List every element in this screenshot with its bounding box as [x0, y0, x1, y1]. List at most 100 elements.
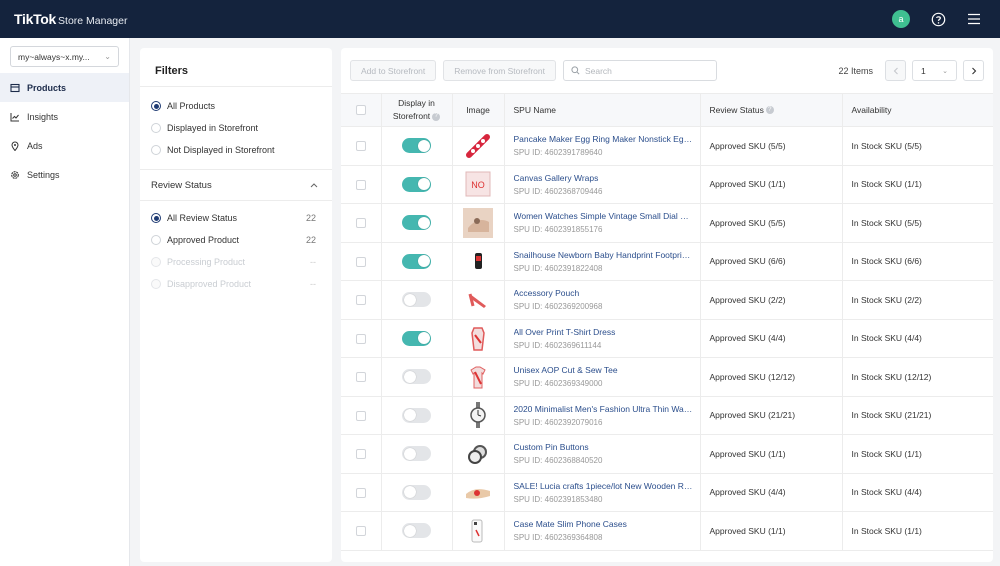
product-name-link[interactable]: Canvas Gallery Wraps	[514, 173, 694, 183]
row-checkbox[interactable]	[355, 295, 366, 306]
filter-not-displayed-in-storefront[interactable]: Not Displayed in Storefront	[140, 139, 332, 161]
sidebar-item-settings[interactable]: Settings	[0, 160, 129, 189]
display-toggle[interactable]	[402, 407, 431, 423]
display-toggle[interactable]	[402, 330, 431, 346]
product-image	[463, 438, 493, 469]
product-name-link[interactable]: Case Mate Slim Phone Cases	[514, 519, 694, 529]
add-to-storefront-button[interactable]: Add to Storefront	[350, 60, 437, 81]
filter-all-review-status[interactable]: All Review Status 22	[140, 207, 332, 229]
spu-name-cell: All Over Print T-Shirt Dress SPU ID: 4602…	[504, 319, 701, 358]
row-select-cell	[341, 203, 382, 243]
display-toggle-cell	[381, 473, 453, 512]
availability: In Stock SKU (1/1)	[851, 179, 922, 190]
display-toggle[interactable]	[402, 484, 431, 500]
spu-id: SPU ID: 4602391789640	[513, 148, 603, 158]
availability-cell: In Stock SKU (1/1)	[842, 511, 993, 551]
search-box[interactable]	[562, 60, 717, 81]
product-name-link[interactable]: Custom Pin Buttons	[514, 442, 694, 452]
page-select[interactable]: 1 ⌄	[912, 60, 957, 81]
table-row: Snailhouse Newborn Baby Handprint Footpr…	[341, 242, 993, 281]
product-name-link[interactable]: All Over Print T-Shirt Dress	[514, 327, 694, 337]
display-toggle-cell	[381, 319, 453, 358]
display-toggle[interactable]	[402, 369, 431, 385]
menu-icon[interactable]	[966, 11, 982, 27]
store-selector[interactable]: my~always~x.my... ⌄	[10, 46, 119, 67]
review-status: Approved SKU (1/1)	[709, 525, 786, 536]
product-image	[463, 477, 493, 508]
review-status: Approved SKU (4/4)	[709, 333, 786, 344]
row-select-cell	[341, 280, 382, 320]
filter-label: Approved Product	[167, 235, 240, 245]
filter-displayed-in-storefront[interactable]: Displayed in Storefront	[140, 117, 332, 139]
spu-id: SPU ID: 4602369611144	[513, 340, 602, 350]
avatar[interactable]: a	[892, 10, 910, 28]
chevron-left-icon	[893, 67, 898, 74]
review-status-header[interactable]: Review Status	[140, 170, 332, 200]
spu-name-cell: 2020 Minimalist Men's Fashion Ultra Thin…	[504, 396, 701, 435]
display-toggle[interactable]	[402, 215, 431, 231]
availability: In Stock SKU (4/4)	[851, 487, 922, 498]
display-toggle[interactable]	[402, 523, 431, 539]
radio-button[interactable]	[151, 235, 161, 245]
spu-name-cell: Case Mate Slim Phone Cases SPU ID: 460236…	[504, 511, 701, 551]
display-toggle-cell	[381, 242, 453, 281]
select-all-checkbox[interactable]	[355, 105, 366, 116]
display-toggle[interactable]	[402, 176, 431, 192]
display-toggle[interactable]	[402, 253, 431, 269]
product-image	[463, 284, 493, 315]
display-toggle[interactable]	[402, 292, 431, 308]
radio-button[interactable]	[151, 101, 161, 111]
product-image	[463, 130, 493, 161]
radio-button[interactable]	[151, 123, 161, 133]
sidebar-item-ads[interactable]: Ads	[0, 131, 129, 160]
review-status-cell: Approved SKU (12/12)	[700, 357, 843, 397]
row-checkbox[interactable]	[355, 333, 366, 344]
spu-name-cell: Accessory Pouch SPU ID: 4602369200968	[504, 280, 701, 320]
product-name-link[interactable]: Unisex AOP Cut & Sew Tee	[514, 365, 694, 375]
prev-page-button[interactable]	[885, 60, 906, 81]
filters-panel: Filters All Products Displayed in Storef…	[140, 48, 332, 562]
product-image-cell	[452, 511, 505, 551]
remove-from-storefront-button[interactable]: Remove from Storefront	[443, 60, 556, 81]
chart-icon	[10, 112, 19, 121]
product-name-link[interactable]: Women Watches Simple Vintage Small Dial …	[514, 211, 694, 221]
row-checkbox[interactable]	[355, 372, 366, 383]
brand[interactable]: TikTok Store Manager	[14, 11, 128, 27]
row-checkbox[interactable]	[355, 410, 366, 421]
next-page-button[interactable]	[963, 60, 984, 81]
row-checkbox[interactable]	[355, 179, 366, 190]
help-icon[interactable]	[930, 11, 946, 27]
display-toggle-cell	[381, 511, 453, 551]
row-select-cell	[341, 396, 382, 435]
filter-all-products[interactable]: All Products	[140, 95, 332, 117]
review-status: Approved SKU (1/1)	[709, 179, 786, 190]
header-label: Review Status	[709, 104, 764, 115]
row-checkbox[interactable]	[355, 141, 366, 152]
spu-id: SPU ID: 4602368840520	[513, 456, 603, 466]
product-name-link[interactable]: 2020 Minimalist Men's Fashion Ultra Thin…	[514, 404, 694, 414]
sidebar-item-insights[interactable]: Insights	[0, 102, 129, 131]
search-input[interactable]	[584, 65, 705, 76]
location-pin-icon	[11, 141, 19, 151]
info-icon[interactable]: ?	[432, 112, 441, 121]
product-name-link[interactable]: Pancake Maker Egg Ring Maker Nonstick Eg…	[514, 134, 694, 144]
table-row: SALE! Lucia crafts 1piece/lot New Wooden…	[341, 473, 993, 512]
display-toggle[interactable]	[402, 138, 431, 154]
availability: In Stock SKU (12/12)	[851, 371, 932, 382]
filter-label: All Products	[167, 101, 216, 111]
product-name-link[interactable]: Accessory Pouch	[514, 288, 694, 298]
product-name-link[interactable]: SALE! Lucia crafts 1piece/lot New Wooden…	[514, 481, 694, 491]
radio-button[interactable]	[151, 213, 161, 223]
filter-approved-product[interactable]: Approved Product 22	[140, 229, 332, 251]
row-checkbox[interactable]	[355, 487, 366, 498]
row-checkbox[interactable]	[355, 526, 366, 537]
display-toggle[interactable]	[402, 446, 431, 462]
info-icon[interactable]: ?	[765, 106, 774, 115]
row-checkbox[interactable]	[355, 256, 366, 267]
row-checkbox[interactable]	[355, 449, 366, 460]
product-name-link[interactable]: Snailhouse Newborn Baby Handprint Footpr…	[514, 250, 694, 260]
sidebar-item-products[interactable]: Products	[0, 73, 129, 102]
radio-button[interactable]	[151, 145, 161, 155]
row-checkbox[interactable]	[355, 218, 366, 229]
product-image-cell	[452, 319, 505, 358]
